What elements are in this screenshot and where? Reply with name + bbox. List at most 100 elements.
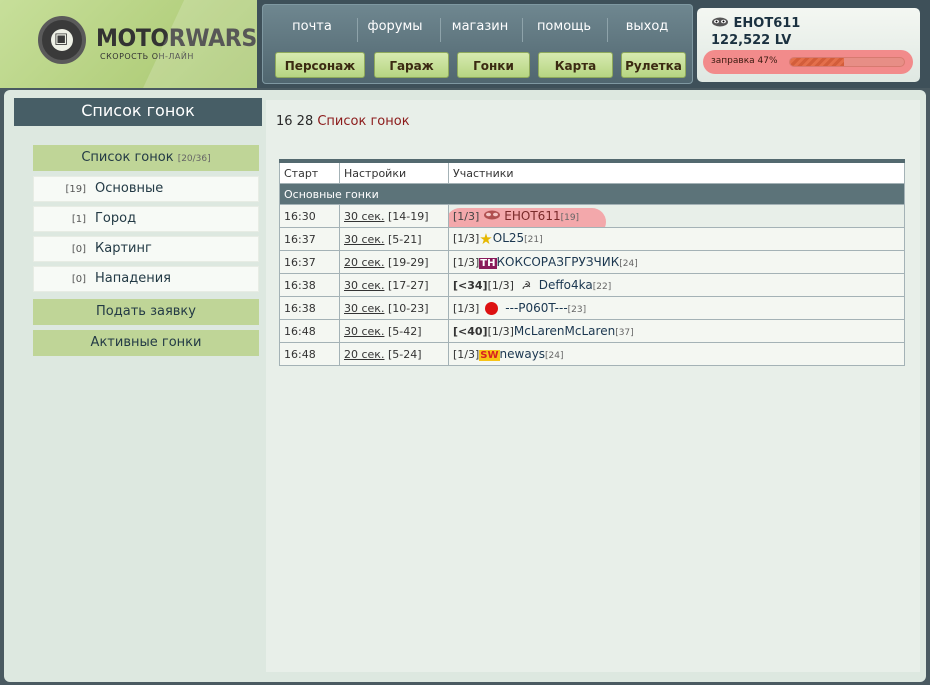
- column-header-start: Старт: [279, 159, 340, 184]
- server-time: 16 28: [276, 114, 314, 129]
- race-limit: [<34]: [453, 279, 488, 292]
- user-panel: ЕНОТ611 122,522 LV заправка 47%: [697, 8, 920, 82]
- participant-level: [19]: [560, 213, 580, 223]
- column-header-settings: Настройки: [339, 159, 449, 184]
- table-row[interactable]: 16:48 30 сек. [5-42] [<40][1/3]McLarenMc…: [279, 319, 905, 343]
- logo-title: MOTORWARS.RU: [96, 24, 257, 52]
- nav-character-button[interactable]: Персонаж: [275, 52, 365, 78]
- sidebar-item-count: [20/36]: [177, 154, 211, 164]
- active-races-button[interactable]: Активные гонки: [33, 330, 259, 356]
- race-setting-link[interactable]: 20 сек.: [344, 348, 384, 361]
- table-row[interactable]: 16:37 30 сек. [5-21] [1/3]★OL25[21]: [279, 227, 905, 251]
- sidebar-item-label: Картинг: [95, 241, 152, 256]
- participant-level: [24]: [545, 351, 564, 361]
- table-row[interactable]: 16:38 30 сек. [10-23] [1/3] ---P060T---[…: [279, 296, 905, 320]
- race-slots: [1/3]: [487, 325, 514, 338]
- team-badge-icon: TH: [479, 257, 497, 269]
- race-range: [5-24]: [387, 347, 422, 361]
- race-setting-link[interactable]: 30 сек.: [344, 233, 384, 246]
- logo[interactable]: MOTORWARS.RU СКОРОСТЬ ОН-ЛАЙН: [0, 0, 257, 88]
- page-title-text: Список гонок: [317, 114, 410, 129]
- participant-name[interactable]: КОКСОРАЗГРУЗЧИК: [497, 255, 620, 269]
- sidebar-item-count: [19]: [65, 184, 86, 195]
- fuel-label: заправка 47%: [711, 56, 778, 66]
- sidebar-item-city[interactable]: [1] Город: [33, 206, 259, 232]
- table-row[interactable]: 16:38 30 сек. [17-27] [<34][1/3] ☭ Deffo…: [279, 273, 905, 297]
- participant-name[interactable]: OL25: [493, 231, 524, 245]
- race-start: 16:38: [279, 296, 340, 320]
- race-start: 16:37: [279, 250, 340, 274]
- apply-button[interactable]: Подать заявку: [33, 299, 259, 325]
- fuel-indicator: заправка 47%: [703, 50, 913, 74]
- header: MOTORWARS.RU СКОРОСТЬ ОН-ЛАЙН почта фору…: [0, 0, 930, 88]
- sidebar-item-label: Основные: [95, 181, 164, 196]
- race-setting-link[interactable]: 20 сек.: [344, 256, 384, 269]
- user-name-row[interactable]: ЕНОТ611: [711, 16, 800, 31]
- nav-mail[interactable]: почта: [272, 19, 352, 34]
- nav-help[interactable]: помощь: [524, 19, 604, 34]
- race-range: [5-21]: [387, 232, 422, 246]
- race-start: 16:37: [279, 227, 340, 251]
- race-start: 16:48: [279, 319, 340, 343]
- participant-name[interactable]: McLarenMcLaren: [514, 324, 615, 338]
- main-nav: почта форумы магазин помощь выход Персон…: [262, 4, 693, 84]
- race-range: [19-29]: [387, 255, 429, 269]
- group-label: Основные гонки: [279, 183, 905, 205]
- user-money: 122,522 LV: [711, 33, 792, 48]
- nav-forums[interactable]: форумы: [355, 19, 435, 34]
- nav-garage-button[interactable]: Гараж: [374, 52, 449, 78]
- race-table: Старт Настройки Участники Основные гонки…: [279, 159, 905, 366]
- user-name: ЕНОТ611: [733, 16, 801, 31]
- race-start: 16:38: [279, 273, 340, 297]
- sidebar-item-karting[interactable]: [0] Картинг: [33, 236, 259, 262]
- race-setting-link[interactable]: 30 сек.: [344, 302, 384, 315]
- group-row: Основные гонки: [279, 183, 905, 205]
- participant-level: [21]: [524, 235, 543, 245]
- nav-races-button[interactable]: Гонки: [457, 52, 530, 78]
- logo-icon: [38, 16, 86, 64]
- race-slots: [1/3]: [453, 301, 480, 315]
- participant-name[interactable]: ЕНОТ611: [504, 209, 560, 223]
- column-header-participants: Участники: [448, 159, 905, 184]
- table-header-row: Старт Настройки Участники: [279, 159, 905, 184]
- participant-level: [22]: [592, 282, 612, 292]
- participant-level: [23]: [567, 304, 587, 315]
- team-badge-icon: SW: [479, 349, 500, 361]
- race-slots: [1/3]: [453, 232, 480, 245]
- race-slots: [1/3]: [453, 256, 480, 269]
- raccoon-icon: [483, 210, 500, 220]
- race-range: [14-19]: [387, 209, 429, 223]
- sidebar-item-main[interactable]: [19] Основные: [33, 176, 259, 202]
- nav-roulette-button[interactable]: Рулетка: [621, 52, 686, 78]
- participant-level: [24]: [619, 259, 638, 269]
- race-setting-link[interactable]: 30 сек.: [344, 210, 384, 223]
- star-icon: ★: [479, 230, 493, 248]
- race-slots: [1/3]: [453, 210, 480, 223]
- nav-shop[interactable]: магазин: [440, 19, 520, 34]
- table-row[interactable]: 16:30 30 сек. [14-19] [1/3] ЕНОТ611[19]: [279, 204, 905, 228]
- sidebar-item-count: [0]: [71, 244, 86, 255]
- table-row[interactable]: 16:37 20 сек. [19-29] [1/3]THКОКСОРАЗГРУ…: [279, 250, 905, 274]
- participant-name[interactable]: ---P060T---: [505, 301, 567, 315]
- participant-level: [37]: [615, 328, 634, 338]
- table-row[interactable]: 16:48 20 сек. [5-24] [1/3]SWneways[24]: [279, 342, 905, 366]
- red-circle-icon: [484, 302, 498, 316]
- sidebar-item-race-list[interactable]: Список гонок [20/36]: [33, 145, 259, 171]
- fuel-bar: [789, 57, 905, 67]
- race-setting-link[interactable]: 30 сек.: [344, 325, 384, 338]
- nav-exit[interactable]: выход: [607, 19, 687, 34]
- participant-name[interactable]: Deffo4ka: [539, 278, 593, 292]
- sidebar-item-label: Список гонок: [81, 150, 174, 165]
- race-range: [17-27]: [387, 278, 429, 292]
- race-start: 16:48: [279, 342, 340, 366]
- raccoon-icon: [712, 17, 728, 27]
- sidebar-item-label: Город: [95, 211, 137, 226]
- sidebar-item-attacks[interactable]: [0] Нападения: [33, 266, 259, 292]
- participant-name[interactable]: neways: [500, 347, 546, 361]
- nav-map-button[interactable]: Карта: [538, 52, 613, 78]
- race-setting-link[interactable]: 30 сек.: [344, 279, 384, 292]
- race-range: [10-23]: [387, 301, 429, 315]
- logo-subtitle: СКОРОСТЬ ОН-ЛАЙН: [100, 52, 194, 61]
- race-slots: [1/3]: [453, 348, 480, 361]
- sidebar-title: Список гонок: [14, 98, 262, 126]
